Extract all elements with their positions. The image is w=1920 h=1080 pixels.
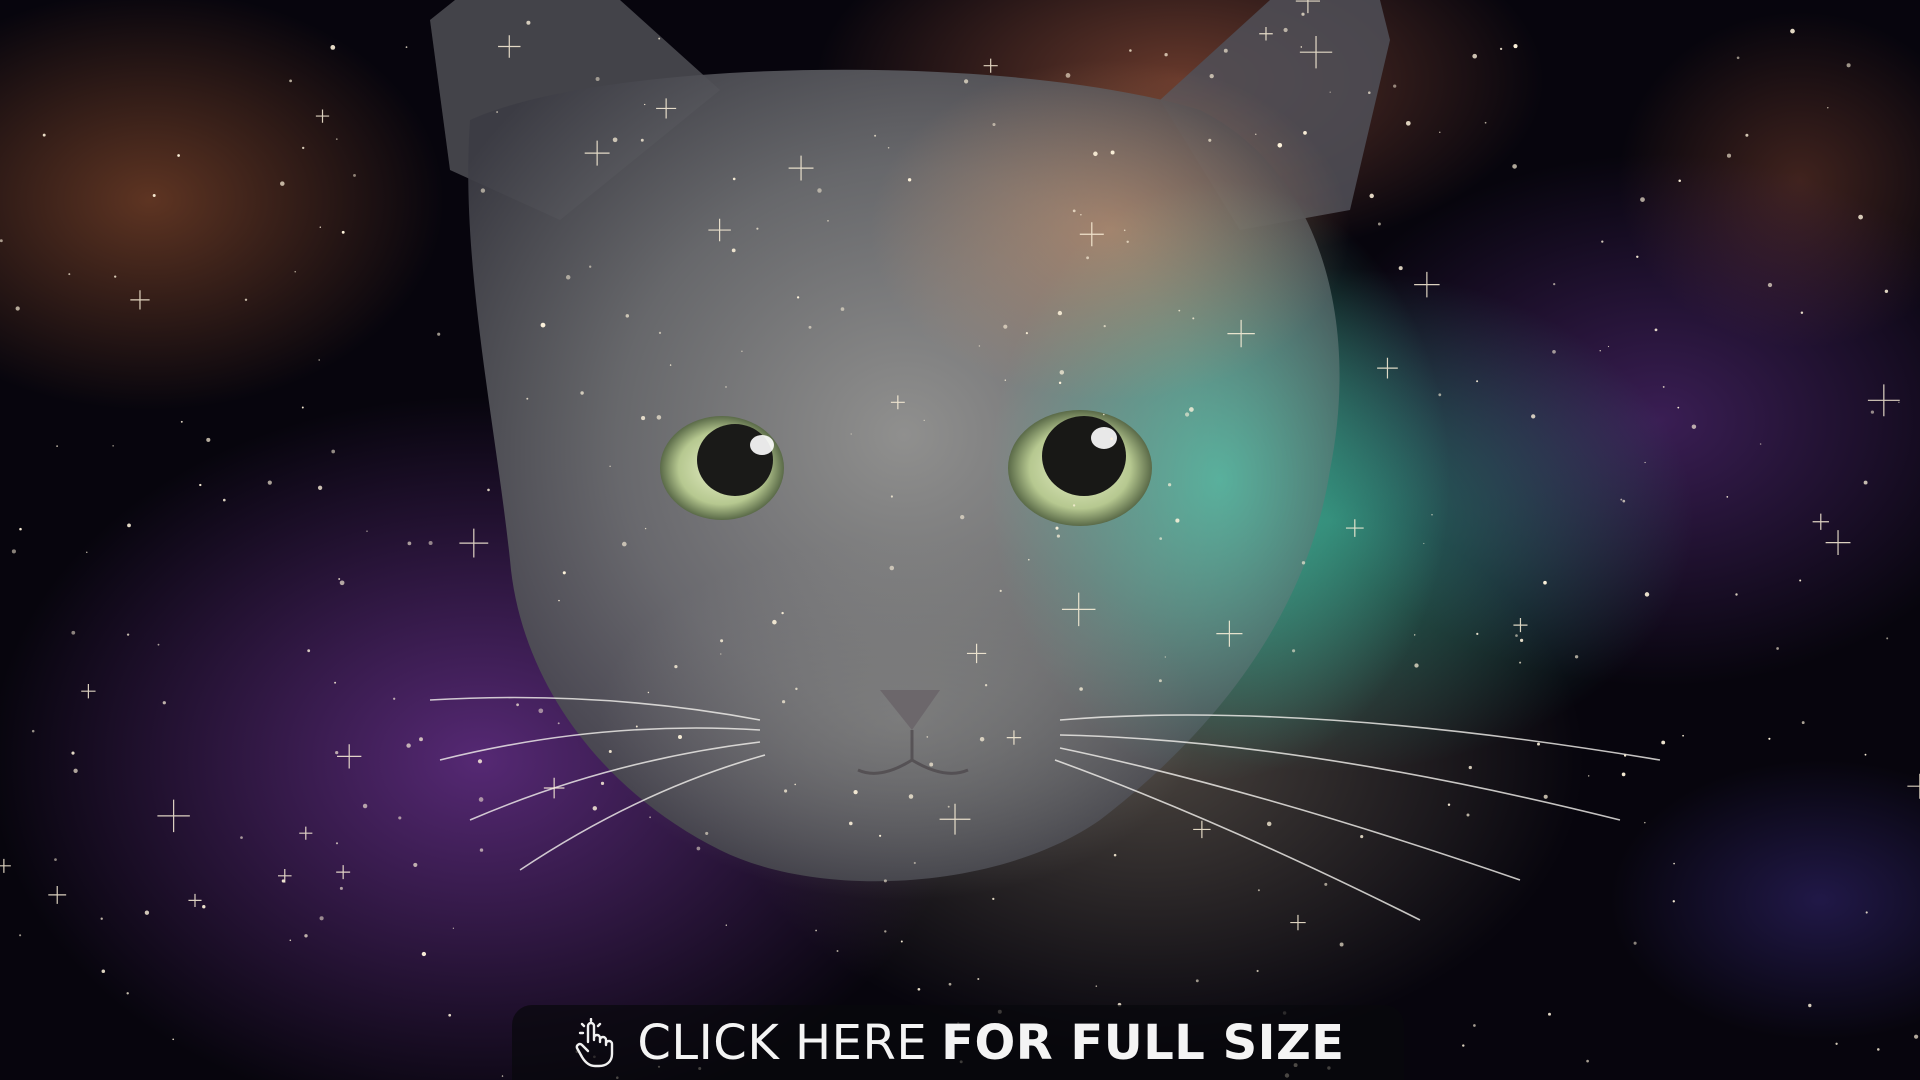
right-eye — [1008, 410, 1152, 526]
cta-label: CLICK HERE FOR FULL SIZE — [637, 1019, 1344, 1067]
cta-bold-label: FOR FULL SIZE — [941, 1015, 1345, 1071]
left-eye — [660, 416, 784, 520]
full-size-button[interactable]: CLICK HERE FOR FULL SIZE — [512, 1005, 1404, 1080]
cat-illustration — [429, 0, 1661, 921]
pointer-hand-icon — [576, 1018, 614, 1068]
wallpaper-image[interactable]: CLICK HERE FOR FULL SIZE — [0, 0, 1920, 1080]
cta-light-label: CLICK HERE — [637, 1015, 928, 1071]
